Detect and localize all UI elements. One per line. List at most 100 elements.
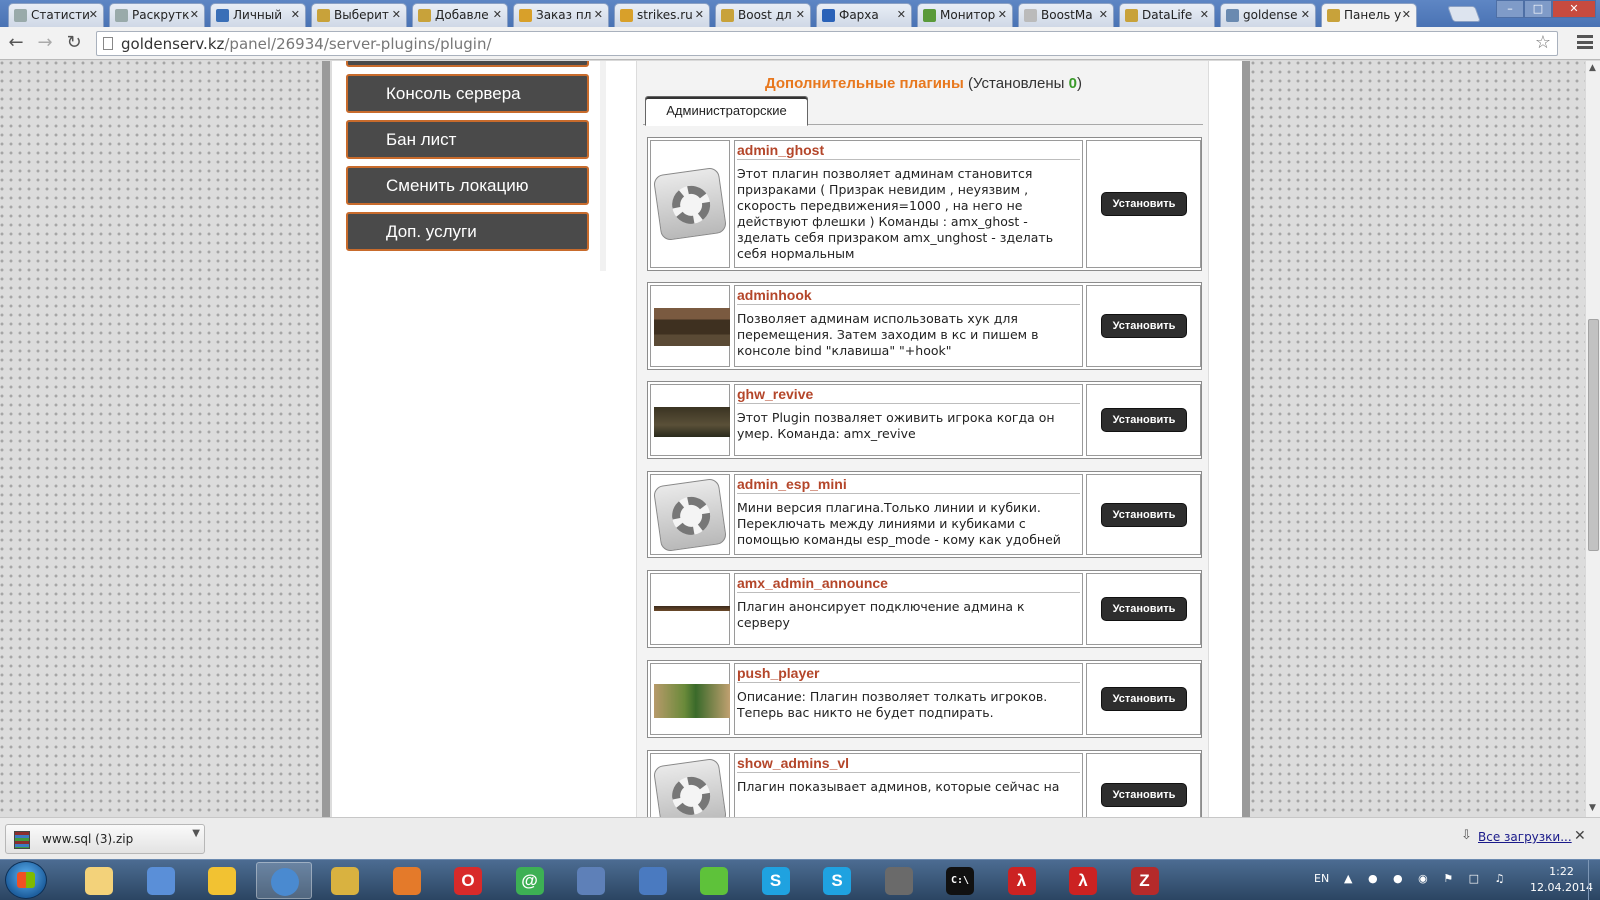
tab-close-icon[interactable]: ✕ [1402,4,1411,26]
site-border-right [1242,61,1250,817]
browser-tab[interactable]: BoostMa ✕ [1018,3,1114,27]
bookmark-star-icon[interactable]: ☆ [1535,32,1551,53]
plugin-description: Этот плагин позволяет админам становится… [737,166,1054,261]
scroll-down-icon[interactable]: ▼ [1589,803,1596,813]
tab-close-icon[interactable]: ✕ [291,4,300,26]
taskbar-app-cmd[interactable]: C:\ [932,862,988,899]
plugin-info: admin_esp_mini Мини версия плагина.Только… [734,474,1083,555]
taskbar-app-flash-app[interactable] [379,862,435,899]
browser-tab[interactable]: Раскрутк ✕ [109,3,205,27]
fruit-app-icon [208,867,236,895]
browser-tab[interactable]: Личный ✕ [210,3,306,27]
tab-title: Выберит [334,8,389,22]
browser-tab[interactable]: strikes.ru ✕ [614,3,710,27]
sidebar-item-hidden[interactable] [346,61,589,67]
all-downloads-link[interactable]: Все загрузки... [1478,830,1572,844]
taskbar-app-media-player[interactable] [133,862,189,899]
icq-icon [700,867,728,895]
tab-close-icon[interactable]: ✕ [392,4,401,26]
browser-tab[interactable]: Выберит ✕ [311,3,407,27]
spy-app-icon [331,867,359,895]
scrollbar-thumb[interactable] [1588,319,1599,551]
taskbar-app-opera[interactable]: O [440,862,496,899]
browser-tab[interactable]: Панель у ✕ [1321,3,1417,27]
scroll-up-icon[interactable]: ▲ [1589,63,1596,73]
taskbar-app-half-life-2[interactable]: λ [1055,862,1111,899]
sidebar-item-location[interactable]: Сменить локацию [346,166,589,205]
plugin-action-cell: Установить [1086,285,1201,367]
show-desktop-button[interactable] [1588,860,1600,900]
taskbar-app-counter-strike[interactable] [871,862,927,899]
address-bar[interactable]: goldenserv.kz/panel/26934/server-plugins… [96,31,1558,56]
sidebar-item-services[interactable]: Доп. услуги [346,212,589,251]
page-icon [115,9,128,22]
install-button[interactable]: Установить [1101,502,1187,527]
plugin-thumbnail [650,285,730,367]
window-close-button[interactable]: ✕ [1552,0,1596,18]
tab-close-icon[interactable]: ✕ [796,4,805,26]
back-icon[interactable]: ← [4,32,28,54]
close-icon[interactable]: ✕ [1574,828,1586,844]
minimize-button[interactable]: – [1496,0,1524,18]
maximize-button[interactable]: □ [1524,0,1552,18]
sidebar-item-console[interactable]: Консоль сервера [346,74,589,113]
tab-close-icon[interactable]: ✕ [1200,4,1209,26]
browser-tab[interactable]: DataLife ✕ [1119,3,1215,27]
browser-tab[interactable]: Статисти ✕ [8,3,104,27]
tab-admin[interactable]: Администраторские [645,96,808,126]
tab-close-icon[interactable]: ✕ [695,4,704,26]
tab-close-icon[interactable]: ✕ [1301,4,1310,26]
taskbar-app-network-app[interactable] [563,862,619,899]
taskbar-app-filezilla[interactable]: Z [1117,862,1173,899]
browser-tab[interactable]: Boost дл ✕ [715,3,811,27]
cs-icon [1327,9,1340,22]
tray-icons[interactable]: ▲ ● ● ◉ ⚑ □ ♫ [1344,872,1504,885]
taskbar-app-mail-agent[interactable]: @ [502,862,558,899]
sidebar-item-banlist[interactable]: Бан лист [346,120,589,159]
taskbar-app-skype-2[interactable]: S [809,862,865,899]
skype-1-icon: S [761,867,790,895]
tab-title: BoostMa [1041,8,1093,22]
tab-close-icon[interactable]: ✕ [594,4,603,26]
taskbar-app-explorer[interactable] [71,862,127,899]
install-button[interactable]: Установить [1101,783,1187,807]
reload-icon[interactable]: ↻ [62,32,86,54]
download-item[interactable]: www.sql (3).zip ▼ [5,824,205,854]
install-button[interactable]: Установить [1101,192,1187,216]
taskbar-app-spy-app[interactable] [317,862,373,899]
tab-close-icon[interactable]: ✕ [493,4,502,26]
browser-tab[interactable]: Монитор ✕ [917,3,1013,27]
skype-2-icon: S [823,867,851,895]
taskbar-app-chrome[interactable] [255,862,312,899]
install-button[interactable]: Установить [1101,314,1187,338]
tab-close-icon[interactable]: ✕ [190,4,199,26]
tab-title: Фарха [839,8,879,22]
tab-close-icon[interactable]: ✕ [1099,4,1108,26]
browser-tab[interactable]: Заказ пл ✕ [513,3,609,27]
globe-icon [519,9,532,22]
new-tab-button[interactable] [1447,6,1481,22]
taskbar-app-connection-app[interactable] [625,862,681,899]
browser-tab[interactable]: goldense ✕ [1220,3,1316,27]
start-button[interactable] [5,861,47,899]
clock[interactable]: 1:22 12.04.2014 [1530,864,1593,896]
tab-close-icon[interactable]: ✕ [897,4,906,26]
browser-tab[interactable]: Добавле ✕ [412,3,508,27]
taskbar-app-half-life-1[interactable]: λ [994,862,1050,899]
forward-icon[interactable]: → [33,32,57,54]
browser-menu-icon[interactable] [1577,35,1593,49]
tab-close-icon[interactable]: ✕ [89,4,98,26]
taskbar-app-fruit-app[interactable] [194,862,250,899]
chevron-down-icon[interactable]: ▼ [192,828,200,839]
browser-tab[interactable]: Фарха ✕ [816,3,912,27]
plugin-row: ghw_revive Этот Plugin позваляет оживить … [647,381,1202,459]
taskbar-app-icq[interactable] [686,862,742,899]
install-button[interactable]: Установить [1101,597,1187,621]
taskbar-app-skype-1[interactable]: S [748,862,804,899]
language-indicator[interactable]: EN [1314,872,1329,885]
cs-icon [721,9,734,22]
vertical-scrollbar[interactable]: ▲ ▼ [1585,61,1600,817]
install-button[interactable]: Установить [1101,408,1187,432]
tab-close-icon[interactable]: ✕ [998,4,1007,26]
install-button[interactable]: Установить [1101,687,1187,711]
